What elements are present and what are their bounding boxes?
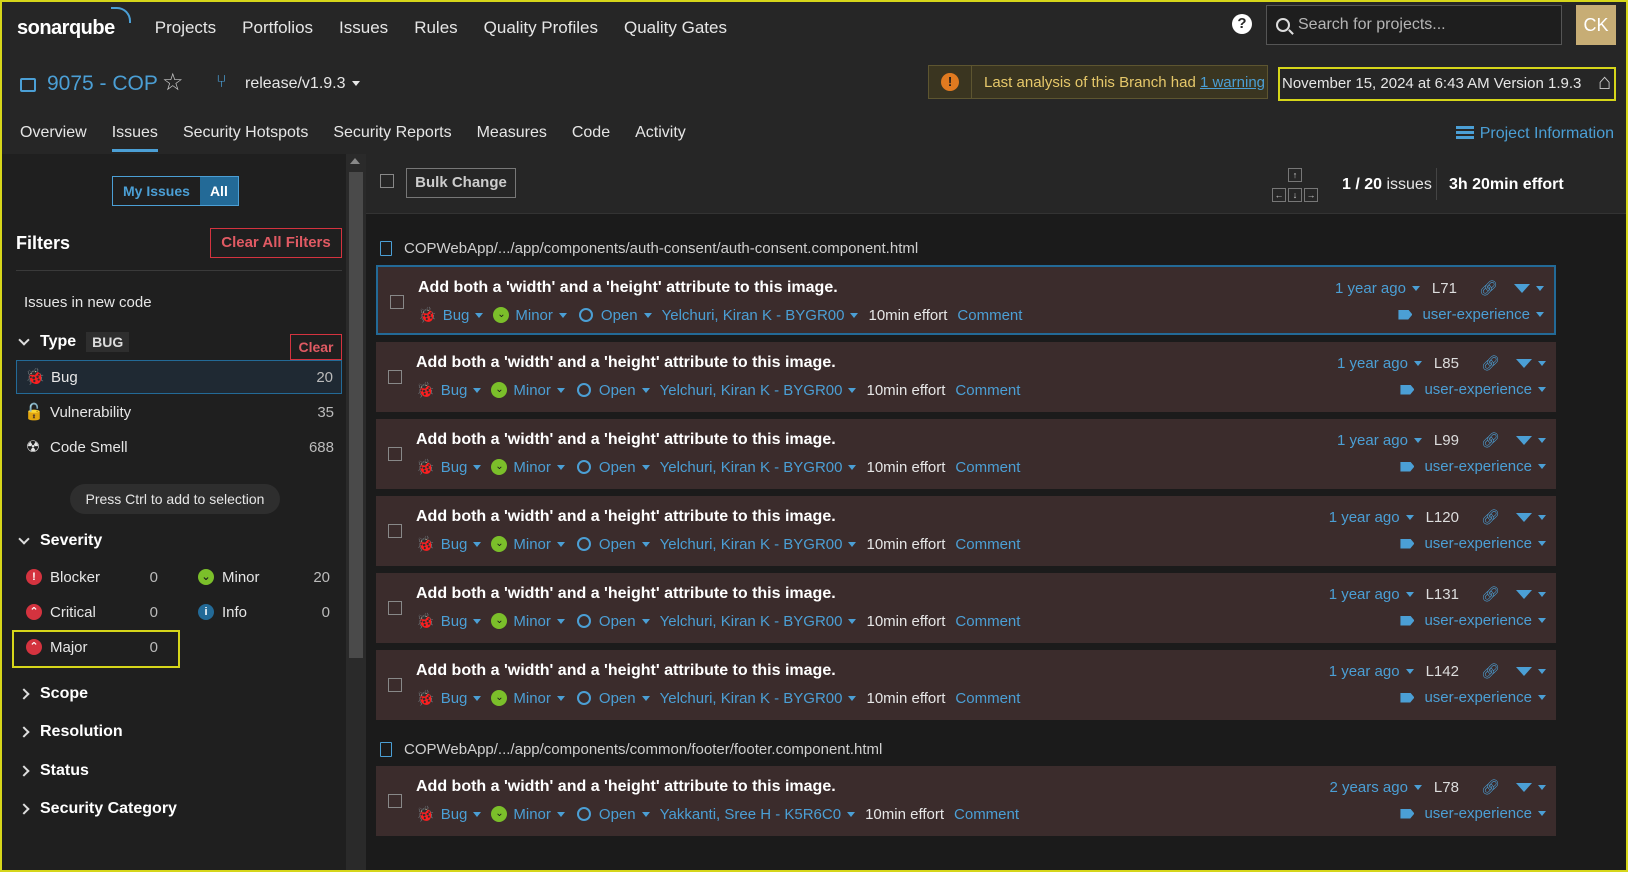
highlight-frame: [0, 0, 1628, 872]
